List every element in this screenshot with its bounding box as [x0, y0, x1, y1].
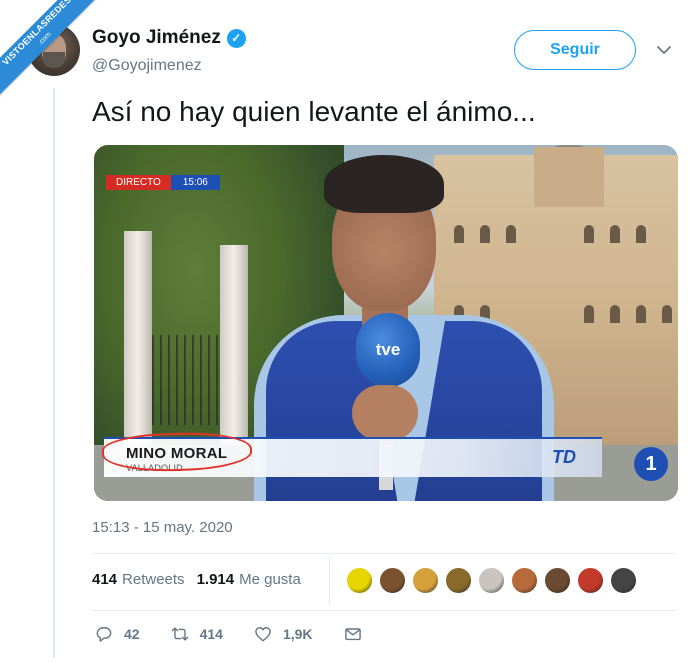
tweet-actions: 42 414 1,9K	[94, 624, 403, 644]
building-window	[662, 305, 672, 323]
reply-icon	[96, 627, 112, 642]
follow-button[interactable]: Seguir	[514, 30, 636, 70]
reply-button[interactable]: 42	[94, 624, 140, 644]
reporter-hair	[324, 155, 444, 213]
liker-avatar[interactable]	[412, 567, 439, 594]
microphone-icon: tve	[356, 313, 420, 387]
likes-count[interactable]: 1.914	[197, 571, 235, 588]
retweet-button[interactable]: 414	[170, 624, 223, 644]
like-count: 1,9K	[282, 626, 313, 642]
like-button[interactable]: 1,9K	[253, 624, 313, 644]
building-tower	[534, 147, 604, 207]
building-window	[584, 225, 594, 243]
liker-avatar[interactable]	[577, 567, 604, 594]
channel-logo: 1	[634, 447, 668, 481]
building-window	[454, 225, 464, 243]
program-logo: TD	[552, 447, 576, 467]
retweet-count: 414	[199, 626, 223, 642]
retweets-count[interactable]: 414	[92, 571, 117, 588]
building-window	[636, 225, 646, 243]
author-display-name[interactable]: Goyo Jiménez	[92, 27, 221, 49]
building-window	[610, 225, 620, 243]
stats-divider	[329, 556, 330, 606]
liker-avatar[interactable]	[511, 567, 538, 594]
envelope-icon	[344, 628, 361, 641]
broadcast-clock: 15:06	[170, 175, 220, 190]
liker-avatar[interactable]	[445, 567, 472, 594]
retweet-icon	[171, 627, 188, 641]
retweets-label[interactable]: Retweets	[122, 571, 185, 588]
liker-avatar[interactable]	[379, 567, 406, 594]
building-window	[506, 225, 516, 243]
building-window	[480, 225, 490, 243]
avatar-beard	[43, 52, 65, 68]
live-indicator: DIRECTO 15:06	[106, 175, 220, 190]
chevron-down-icon[interactable]	[654, 40, 674, 60]
engagement-stats: 414 Retweets 1.914 Me gusta	[92, 571, 301, 588]
reply-count: 42	[124, 626, 140, 642]
building-window	[584, 305, 594, 323]
tweet-timestamp[interactable]: 15:13 - 15 may. 2020	[92, 519, 233, 536]
tweet-text: Así no hay quien levante el ánimo...	[92, 96, 536, 127]
author-name-row[interactable]: Goyo Jiménez ✓	[92, 27, 246, 49]
building-window	[636, 305, 646, 323]
liker-avatar[interactable]	[346, 567, 373, 594]
live-label: DIRECTO	[106, 175, 171, 190]
likes-label[interactable]: Me gusta	[239, 571, 301, 588]
liker-avatar[interactable]	[544, 567, 571, 594]
media-fence	[152, 335, 222, 425]
reporter-hand	[352, 385, 418, 441]
liker-avatars	[346, 567, 637, 594]
divider	[92, 553, 676, 554]
liker-avatar[interactable]	[478, 567, 505, 594]
thread-line	[53, 88, 55, 658]
verified-badge-icon: ✓	[226, 28, 246, 48]
author-handle[interactable]: @Goyojimenez	[92, 57, 202, 75]
heart-icon	[255, 627, 271, 642]
tweet-media-image[interactable]: tve DIRECTO 15:06 MINO MORAL VALLADOLID …	[94, 145, 678, 501]
divider	[92, 610, 676, 611]
direct-message-button[interactable]	[343, 624, 373, 644]
liker-avatar[interactable]	[610, 567, 637, 594]
building-window	[610, 305, 620, 323]
